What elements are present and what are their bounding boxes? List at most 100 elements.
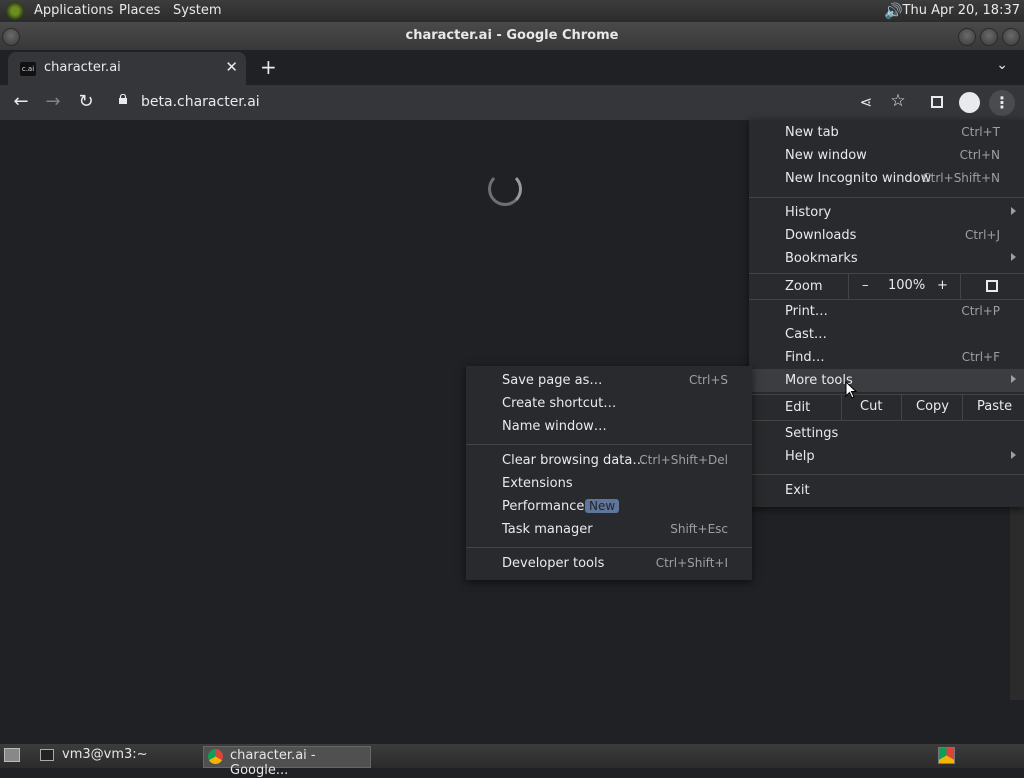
- menu-find[interactable]: Find… Ctrl+F: [749, 346, 1024, 369]
- tab-character-ai[interactable]: c.ai character.ai ✕: [8, 52, 246, 85]
- maximize-button[interactable]: [980, 28, 998, 46]
- taskbar-terminal[interactable]: vm3@vm3:~: [36, 746, 196, 766]
- submenu-arrow-icon: [1011, 375, 1016, 383]
- menu-shortcut: Ctrl+F: [961, 350, 1000, 364]
- menu-label: New tab: [785, 125, 839, 140]
- menu-separator: [466, 444, 752, 445]
- close-tab-icon[interactable]: ✕: [225, 58, 238, 76]
- menu-name-window[interactable]: Name window…: [466, 415, 752, 438]
- menu-label: Extensions: [502, 476, 573, 491]
- zoom-out-button[interactable]: –: [862, 278, 869, 293]
- minimize-button[interactable]: [958, 28, 976, 46]
- menu-save-page[interactable]: Save page as… Ctrl+S: [466, 369, 752, 392]
- tray-chrome-icon[interactable]: [938, 747, 955, 764]
- menu-shortcut: Ctrl+Shift+N: [922, 171, 1000, 185]
- menu-label: More tools: [785, 373, 853, 388]
- back-icon[interactable]: ←: [10, 91, 32, 112]
- applications-menu[interactable]: Applications: [34, 3, 113, 18]
- menu-print[interactable]: Print… Ctrl+P: [749, 300, 1024, 323]
- edit-divider: [841, 395, 842, 420]
- show-desktop-icon[interactable]: [4, 748, 20, 762]
- menu-history[interactable]: History: [749, 201, 1024, 224]
- menu-shortcut: Ctrl+Shift+Del: [639, 453, 728, 467]
- menu-label: New Incognito window: [785, 171, 932, 186]
- window-titlebar[interactable]: character.ai - Google Chrome: [0, 22, 1024, 50]
- menu-clear-browsing-data[interactable]: Clear browsing data… Ctrl+Shift+Del: [466, 449, 752, 472]
- forward-icon[interactable]: →: [42, 91, 64, 112]
- reload-icon[interactable]: ↻: [75, 91, 97, 112]
- menu-cast[interactable]: Cast…: [749, 323, 1024, 346]
- menu-help[interactable]: Help: [749, 445, 1024, 468]
- system-menu[interactable]: System: [173, 3, 221, 18]
- menu-performance[interactable]: Performance New: [466, 495, 752, 518]
- menu-shortcut: Ctrl+P: [961, 304, 1000, 318]
- new-tab-icon[interactable]: +: [260, 55, 277, 79]
- taskbar-label: vm3@vm3:~: [62, 747, 148, 762]
- menu-shortcut: Ctrl+Shift+I: [655, 556, 728, 570]
- menu-label: Help: [785, 449, 815, 464]
- menu-new-tab[interactable]: New tab Ctrl+T: [749, 121, 1024, 144]
- more-tools-submenu: Save page as… Ctrl+S Create shortcut… Nam…: [466, 366, 752, 580]
- menu-downloads[interactable]: Downloads Ctrl+J: [749, 224, 1024, 247]
- menu-bookmarks[interactable]: Bookmarks: [749, 247, 1024, 270]
- menu-label: Save page as…: [502, 373, 603, 388]
- menu-create-shortcut[interactable]: Create shortcut…: [466, 392, 752, 415]
- chrome-main-menu: New tab Ctrl+T New window Ctrl+N New Incog…: [749, 120, 1024, 507]
- places-menu[interactable]: Places: [119, 3, 160, 18]
- volume-icon[interactable]: 🔊: [884, 2, 903, 20]
- fullscreen-icon[interactable]: [986, 280, 998, 292]
- cut-button[interactable]: Cut: [860, 399, 882, 414]
- mouse-cursor-icon: [845, 381, 857, 399]
- menu-separator: [749, 197, 1024, 198]
- menu-separator: [466, 547, 752, 548]
- menu-separator: [749, 474, 1024, 475]
- paste-button[interactable]: Paste: [977, 399, 1012, 414]
- menu-shortcut: Shift+Esc: [670, 522, 728, 536]
- menu-label: Settings: [785, 426, 839, 441]
- menu-label: Print…: [785, 304, 828, 319]
- menu-more-tools[interactable]: More tools: [749, 369, 1024, 392]
- copy-button[interactable]: Copy: [916, 399, 949, 414]
- menu-label: Create shortcut…: [502, 396, 617, 411]
- chrome-icon: [208, 749, 223, 764]
- menu-label: Clear browsing data…: [502, 453, 646, 468]
- share-icon[interactable]: ⋖: [855, 93, 877, 111]
- menu-label: History: [785, 205, 832, 220]
- address-bar[interactable]: beta.character.ai: [141, 94, 260, 110]
- side-panel-icon[interactable]: [931, 96, 943, 108]
- menu-extensions[interactable]: Extensions: [466, 472, 752, 495]
- lock-icon[interactable]: [118, 94, 128, 104]
- bookmark-star-icon[interactable]: ☆: [887, 91, 909, 111]
- edit-divider: [962, 395, 963, 420]
- menu-edit: Edit Cut Copy Paste: [749, 395, 1024, 420]
- gnome-foot-icon[interactable]: [6, 2, 24, 20]
- menu-developer-tools[interactable]: Developer tools Ctrl+Shift+I: [466, 552, 752, 575]
- menu-zoom: Zoom – 100% +: [749, 274, 1024, 299]
- zoom-level: 100%: [888, 278, 926, 293]
- profile-avatar-icon[interactable]: [959, 92, 980, 113]
- edit-divider: [901, 395, 902, 420]
- menu-shortcut: Ctrl+N: [959, 148, 1000, 162]
- zoom-in-button[interactable]: +: [937, 278, 948, 293]
- zoom-divider: [848, 274, 849, 299]
- menu-label: Name window…: [502, 419, 607, 434]
- top-panel: Applications Places System 🔊 Thu Apr 20,…: [0, 0, 1024, 22]
- loading-spinner-icon: [488, 172, 522, 206]
- menu-new-window[interactable]: New window Ctrl+N: [749, 144, 1024, 167]
- menu-label: Bookmarks: [785, 251, 858, 266]
- menu-shortcut: Ctrl+T: [961, 125, 1000, 139]
- menu-task-manager[interactable]: Task manager Shift+Esc: [466, 518, 752, 541]
- menu-exit[interactable]: Exit: [749, 479, 1024, 502]
- tab-search-chevron-icon[interactable]: ⌄: [996, 57, 1008, 73]
- menu-label: Task manager: [502, 522, 593, 537]
- menu-new-incognito[interactable]: New Incognito window Ctrl+Shift+N: [749, 167, 1024, 190]
- taskbar-chrome[interactable]: character.ai - Google...: [203, 746, 371, 778]
- chrome-menu-icon[interactable]: ⋮: [989, 90, 1015, 116]
- clock[interactable]: Thu Apr 20, 18:37: [903, 3, 1020, 18]
- menu-label: Zoom: [785, 279, 823, 294]
- terminal-icon: [40, 749, 54, 761]
- menu-settings[interactable]: Settings: [749, 422, 1024, 445]
- close-window-button[interactable]: [1002, 28, 1020, 46]
- menu-label: Developer tools: [502, 556, 605, 571]
- tab-title: character.ai: [44, 60, 121, 75]
